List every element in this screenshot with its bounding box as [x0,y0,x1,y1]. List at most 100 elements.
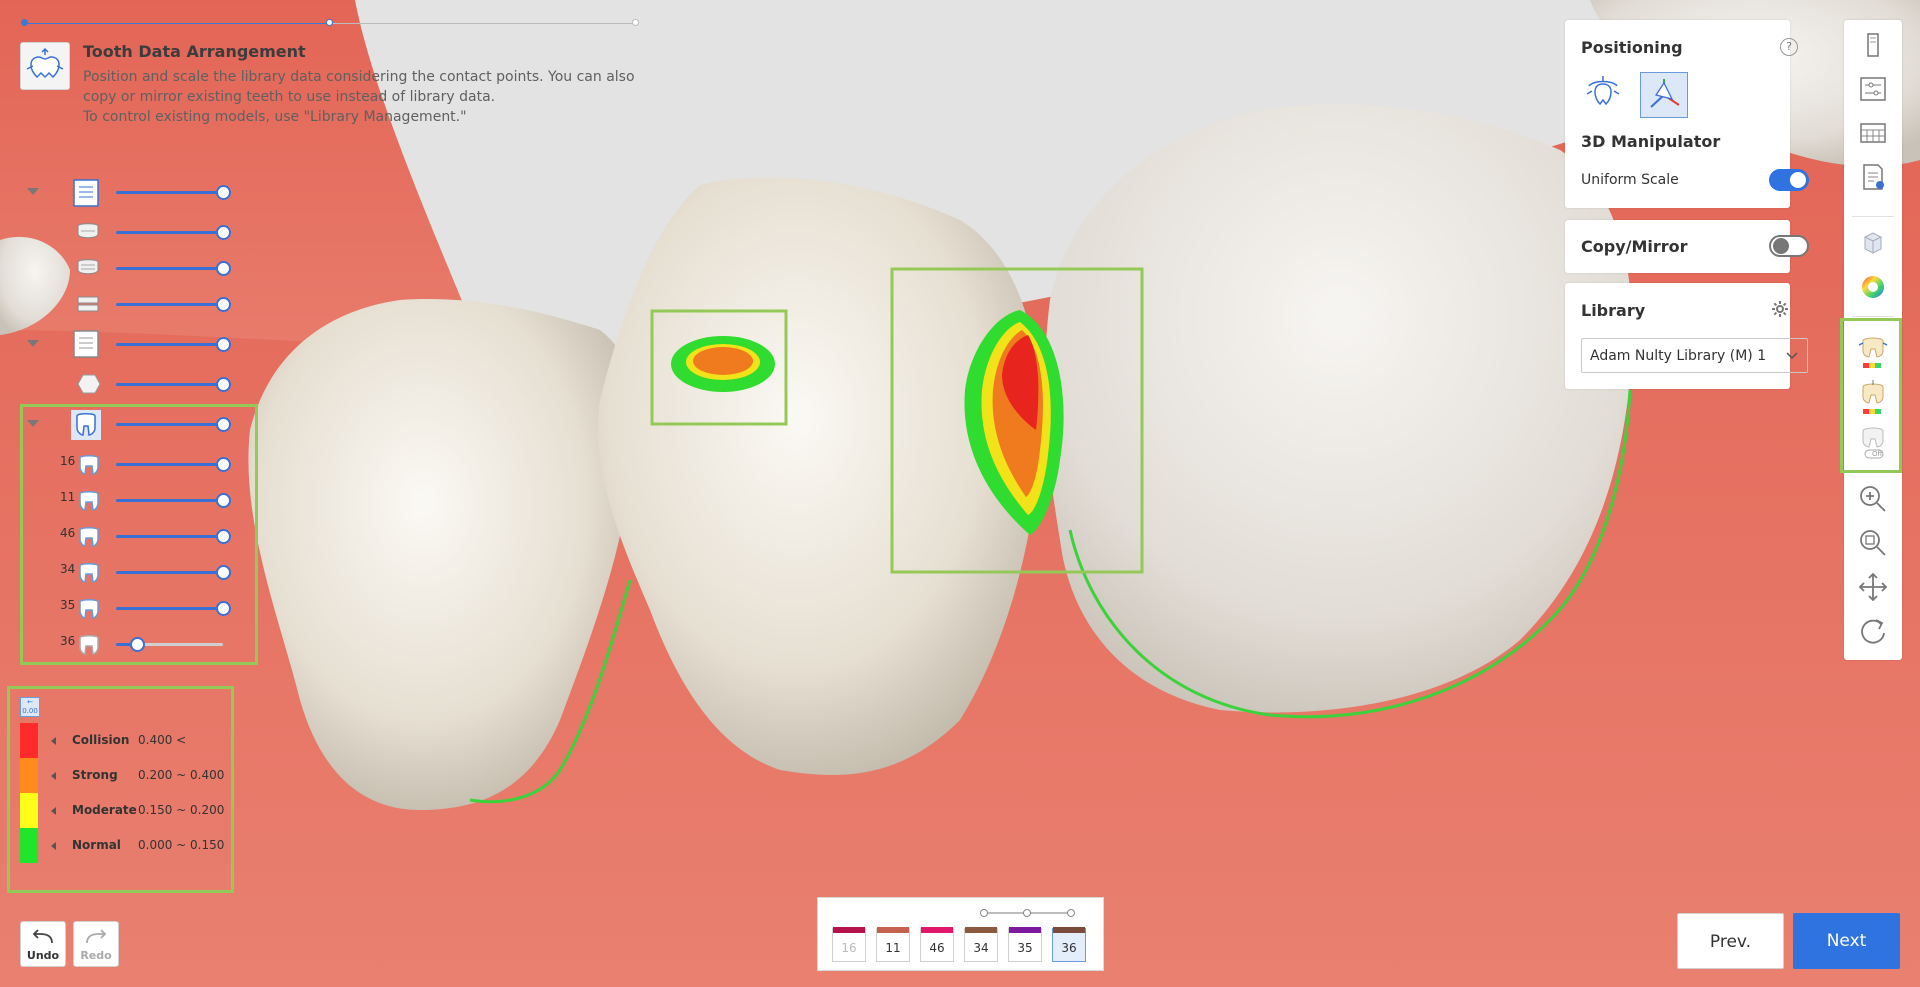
gear-icon[interactable] [1771,300,1789,318]
legend-range: 0.150 ~ 0.200 [138,803,225,817]
zoom-in-icon[interactable] [1857,483,1889,515]
tooth-chip-36[interactable]: 36 [1052,927,1086,962]
legend-unit-icon[interactable]: ← 0.00 [20,697,40,717]
3d-manipulator-button[interactable] [1640,72,1688,118]
opacity-slider-knob[interactable] [215,297,231,312]
scan-icon[interactable] [1857,29,1889,61]
opacity-slider-track[interactable] [116,191,223,194]
legend-name: Strong [72,768,118,782]
legend-caret-icon[interactable] [51,772,56,780]
toggle-thumb [1790,172,1806,188]
undo-icon [32,929,53,944]
progress-start-dot [21,19,28,26]
tree-row-margin[interactable] [0,370,240,400]
tooth-chip-34[interactable]: 34 [964,927,998,962]
tooth-chip-label: 46 [929,941,945,955]
library-title: Library [1581,301,1646,320]
copy-mirror-panel: Copy/Mirror [1565,220,1809,273]
legend-caret-icon[interactable] [51,737,56,745]
undo-button[interactable]: Undo [20,921,66,967]
panel-anchor [1566,20,1567,21]
step-progress-fill [24,23,330,24]
legend-row-collision: Collision 0.400 < [20,723,230,758]
chevron-down-icon [1786,352,1798,360]
tooth-chip-label: 11 [885,941,901,955]
cube-icon[interactable] [1857,227,1889,259]
help-icon[interactable]: ? [1780,38,1798,56]
tooth-color-bar [921,927,953,933]
legend-caret-icon[interactable] [51,807,56,815]
free-move-icon[interactable] [1581,72,1625,116]
description-line-1: Position and scale the library data cons… [83,69,635,85]
opacity-slider-track[interactable] [116,303,223,306]
description-line-2: copy or mirror existing teeth to use ins… [83,89,496,105]
uniform-scale-toggle[interactable] [1769,169,1809,191]
bite-scan-icon [76,294,102,320]
opacity-slider-knob[interactable] [215,261,231,276]
next-button[interactable]: Next [1793,913,1900,969]
copy-mirror-toggle[interactable] [1769,235,1809,257]
tooth-bar-range-dot[interactable] [1023,909,1031,917]
opacity-slider-track[interactable] [116,343,223,346]
legend-caret-icon[interactable] [51,842,56,850]
highlight-teeth-list [20,404,258,665]
tooth-color-bar [1009,927,1041,933]
prev-button[interactable]: Prev. [1677,913,1784,969]
redo-button[interactable]: Redo [73,921,119,967]
redo-icon [86,929,107,944]
report-icon[interactable] [1857,161,1889,193]
settings-sliders-icon[interactable] [1857,73,1889,105]
lower-jaw-icon [76,258,102,284]
tooth-number-bar: 16 11 46 34 35 36 [817,897,1104,971]
axis-gizmo-icon [1650,79,1680,108]
legend-swatch [20,758,38,793]
legend-unit-badge: 0.00 [22,707,38,715]
undo-label: Undo [26,949,60,962]
tree-row-lower-jaw[interactable] [0,254,240,284]
rotate-icon[interactable] [1857,615,1889,647]
pan-icon[interactable] [1857,571,1889,603]
color-wheel-icon[interactable] [1857,271,1889,303]
tooth-chip-label: 35 [1017,941,1033,955]
opacity-slider-knob[interactable] [215,185,231,200]
opacity-slider-track[interactable] [116,383,223,386]
collapse-caret-icon[interactable] [27,188,39,195]
tooth-color-bar [877,927,909,933]
progress-end-dot [632,19,639,26]
legend-row-moderate: Moderate 0.150 ~ 0.200 [20,793,230,828]
positioning-title: Positioning [1581,38,1683,57]
legend-name: Moderate [72,803,137,817]
library-selected-value: Adam Nulty Library (M) 1 [1590,348,1767,364]
opacity-slider-track[interactable] [116,267,223,270]
toolbar-divider [1852,216,1894,217]
tooth-chip-11[interactable]: 11 [876,927,910,962]
step-progress [21,19,639,26]
tree-row-bite[interactable] [0,290,240,320]
tree-row-upper-jaw[interactable] [0,218,240,248]
tooth-bar-range-dot[interactable] [980,909,988,917]
tree-row-design-group[interactable] [0,330,240,360]
scan-document-icon [73,179,99,207]
page-description: Position and scale the library data cons… [83,67,635,127]
legend-swatch [20,793,38,828]
opacity-slider-track[interactable] [116,231,223,234]
grid-icon[interactable] [1857,117,1889,149]
tooth-bar-range-dot[interactable] [1067,909,1075,917]
hexagon-icon [77,373,103,399]
opacity-slider-knob[interactable] [215,377,231,392]
back-arrow-icon: ← [27,698,33,706]
tooth-chip-35[interactable]: 35 [1008,927,1042,962]
library-select[interactable]: Adam Nulty Library (M) 1 [1581,338,1808,373]
tooth-chip-16[interactable]: 16 [832,927,866,962]
opacity-slider-knob[interactable] [215,225,231,240]
opacity-slider-knob[interactable] [215,337,231,352]
page-title: Tooth Data Arrangement [83,42,306,61]
tooth-chip-label: 34 [973,941,989,955]
tooth-chip-46[interactable]: 46 [920,927,954,962]
positioning-panel: Positioning ? 3D Manipulator Uniform Sca… [1565,20,1809,208]
zoom-fit-icon[interactable] [1857,527,1889,559]
legend-range: 0.200 ~ 0.400 [138,768,225,782]
collapse-caret-icon[interactable] [27,340,39,347]
legend-range: 0.000 ~ 0.150 [138,838,225,852]
tree-row-scan-group[interactable] [0,178,240,208]
